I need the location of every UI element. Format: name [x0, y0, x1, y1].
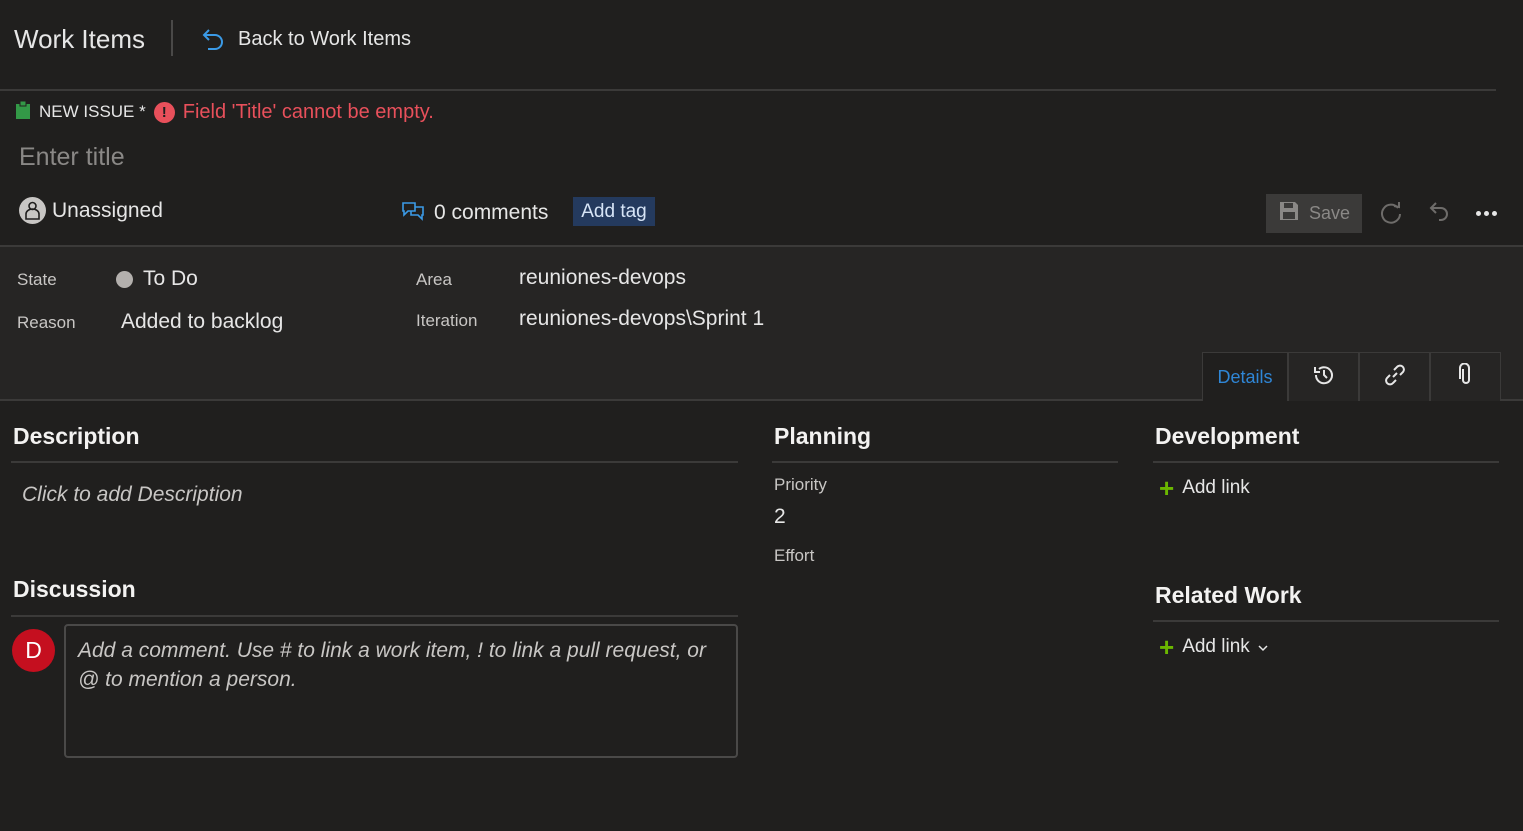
state-dropdown[interactable]: To Do — [116, 267, 198, 291]
tab-details[interactable]: Details — [1202, 352, 1288, 401]
planning-heading: Planning — [774, 423, 872, 449]
assignee-picker[interactable]: Unassigned — [19, 197, 163, 224]
issue-status-line: NEW ISSUE * ! Field 'Title' cannot be em… — [15, 100, 434, 124]
app-title: Work Items — [14, 24, 145, 54]
tab-history[interactable] — [1288, 352, 1359, 401]
header-divider — [0, 89, 1496, 91]
iteration-picker[interactable]: reuniones-devops\Sprint 1 — [519, 307, 764, 331]
unassigned-avatar-icon — [19, 197, 46, 224]
related-work-add-link-button[interactable]: + Add link — [1159, 632, 1268, 662]
refresh-icon — [1378, 202, 1404, 230]
clipboard-icon — [15, 100, 31, 125]
description-heading: Description — [13, 423, 140, 449]
plus-icon: + — [1159, 632, 1175, 662]
add-link-label: Add link — [1182, 477, 1250, 498]
refresh-button[interactable] — [1378, 200, 1404, 231]
back-arrow-icon — [200, 26, 226, 52]
state-value: To Do — [143, 267, 198, 290]
paperclip-icon — [1456, 362, 1476, 392]
title-input[interactable] — [9, 138, 1009, 176]
iteration-label: Iteration — [416, 311, 478, 330]
development-divider — [1153, 461, 1499, 463]
add-link-label: Add link — [1182, 636, 1250, 657]
comments-link[interactable]: 0 comments — [401, 199, 548, 227]
save-icon — [1278, 200, 1300, 227]
state-dot-icon — [116, 270, 133, 288]
back-link-label: Back to Work Items — [238, 27, 412, 50]
description-editor[interactable]: Click to add Description — [22, 483, 243, 507]
more-actions-button[interactable] — [1476, 202, 1497, 224]
work-item-type-label: NEW ISSUE * — [39, 102, 146, 121]
reason-label: Reason — [17, 313, 76, 332]
work-item-tabs: Details — [1202, 352, 1501, 401]
related-work-divider — [1153, 620, 1499, 622]
save-label: Save — [1308, 203, 1351, 223]
planning-divider — [772, 461, 1118, 463]
error-icon: ! — [153, 101, 175, 123]
comments-count: 0 comments — [434, 201, 549, 224]
assignee-label: Unassigned — [52, 198, 163, 222]
comment-input[interactable] — [64, 624, 738, 758]
link-icon — [1383, 363, 1407, 392]
priority-dropdown[interactable]: 2 — [774, 505, 786, 529]
reason-dropdown[interactable]: Added to backlog — [121, 310, 283, 334]
header-separator — [171, 20, 173, 56]
tab-links[interactable] — [1359, 352, 1430, 401]
history-icon — [1312, 363, 1336, 392]
back-to-work-items-link[interactable]: Back to Work Items — [200, 26, 411, 52]
add-tag-button[interactable]: Add tag — [573, 197, 655, 226]
development-add-link-button[interactable]: + Add link — [1159, 473, 1250, 503]
ellipsis-icon — [1476, 210, 1481, 216]
area-label: Area — [416, 270, 452, 289]
discussion-heading: Discussion — [13, 576, 136, 602]
development-heading: Development — [1155, 423, 1300, 449]
chevron-down-icon — [1258, 636, 1268, 658]
plus-icon: + — [1159, 473, 1175, 503]
undo-icon — [1428, 202, 1452, 228]
description-divider — [11, 461, 738, 463]
priority-label: Priority — [774, 475, 827, 494]
revert-button[interactable] — [1428, 200, 1452, 229]
comments-icon — [401, 199, 425, 227]
tab-attachments[interactable] — [1430, 352, 1501, 401]
state-label: State — [17, 270, 57, 289]
title-error-message: Field 'Title' cannot be empty. — [182, 100, 434, 123]
save-button[interactable]: Save — [1266, 194, 1362, 233]
discussion-divider — [11, 615, 738, 617]
avatar: D — [12, 629, 55, 672]
effort-label: Effort — [774, 546, 815, 565]
area-picker[interactable]: reuniones-devops — [519, 266, 686, 290]
related-work-heading: Related Work — [1155, 582, 1302, 608]
